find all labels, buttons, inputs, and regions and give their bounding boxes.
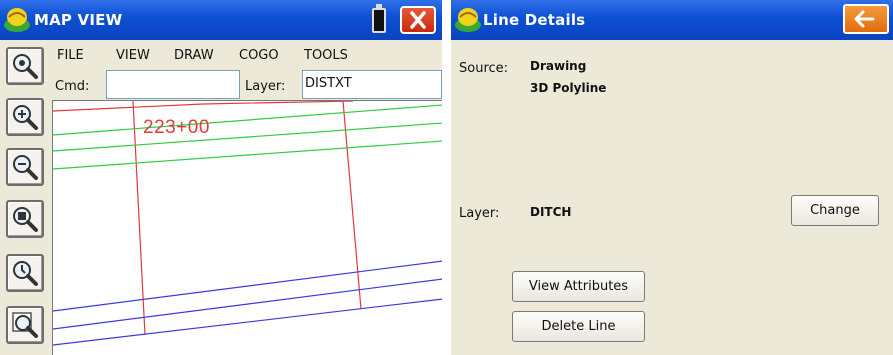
zoom-out-icon — [13, 155, 38, 180]
menu-tools[interactable]: TOOLS — [304, 48, 348, 63]
red-cross-line-right — [342, 100, 362, 310]
zoom-previous-button[interactable] — [6, 254, 44, 292]
green-line-3 — [52, 140, 442, 170]
zoom-toolbar — [0, 40, 52, 355]
station-label: 223+00 — [143, 117, 210, 138]
line-details-window: Line Details Source: Drawing 3D Polyline… — [451, 0, 893, 355]
zoom-window-button[interactable] — [6, 200, 44, 238]
zoom-previous-icon — [13, 261, 38, 286]
back-button[interactable] — [843, 4, 889, 34]
change-layer-button[interactable]: Change — [791, 195, 879, 226]
zoom-extents-icon — [13, 54, 38, 79]
red-boundary-line — [52, 100, 354, 112]
green-line-2 — [52, 122, 442, 152]
map-view-window: MAP VIEW FILE VIEW DRAW COGO TOOLS Cmd: … — [0, 0, 442, 355]
layer-input[interactable]: DISTXT — [302, 70, 442, 99]
close-icon — [410, 11, 426, 29]
layer-label: Layer: — [459, 206, 500, 221]
zoom-in-button[interactable] — [6, 98, 44, 136]
zoom-object-button[interactable] — [6, 306, 44, 344]
menu-bar: FILE VIEW DRAW COGO TOOLS — [52, 40, 442, 64]
zoom-in-icon — [13, 105, 38, 130]
source-value-entity: 3D Polyline — [530, 81, 607, 95]
menu-view[interactable]: VIEW — [116, 48, 150, 63]
layer-value: DITCH — [530, 205, 572, 219]
window-title: Line Details — [483, 11, 586, 29]
zoom-extents-button[interactable] — [6, 47, 44, 85]
zoom-out-button[interactable] — [6, 148, 44, 186]
source-value-type: Drawing — [530, 59, 587, 73]
map-view-titlebar: MAP VIEW — [0, 0, 442, 40]
close-button[interactable] — [400, 6, 436, 34]
map-drawing — [52, 100, 442, 346]
app-logo-icon — [455, 8, 481, 32]
zoom-window-icon — [13, 207, 38, 232]
cmd-input[interactable] — [106, 70, 240, 99]
line-details-titlebar: Line Details — [451, 0, 893, 40]
delete-line-button[interactable]: Delete Line — [512, 311, 645, 342]
source-label: Source: — [459, 61, 509, 76]
menu-cogo[interactable]: COGO — [239, 48, 279, 63]
zoom-object-icon — [12, 312, 38, 338]
green-line-1 — [52, 104, 442, 136]
battery-icon — [372, 4, 386, 33]
window-title: MAP VIEW — [34, 11, 123, 29]
menu-draw[interactable]: DRAW — [174, 48, 214, 63]
menu-file[interactable]: FILE — [57, 48, 84, 63]
map-canvas[interactable]: 223+00 — [52, 100, 442, 355]
view-attributes-button[interactable]: View Attributes — [512, 271, 645, 302]
app-logo-icon — [4, 8, 30, 32]
layer-label: Layer: — [245, 79, 286, 94]
back-arrow-icon — [854, 10, 875, 28]
cmd-label: Cmd: — [55, 79, 90, 94]
